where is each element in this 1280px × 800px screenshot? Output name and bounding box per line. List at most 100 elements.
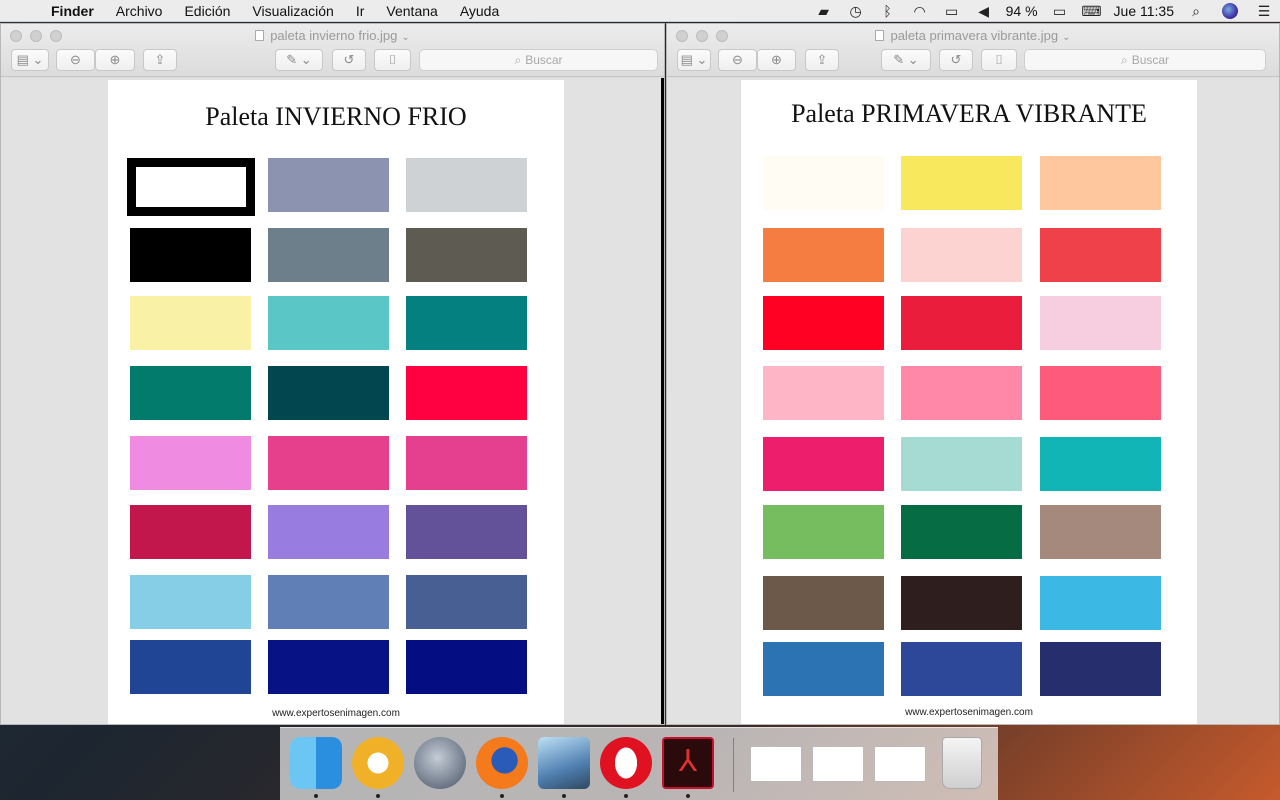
color-swatch: [901, 296, 1022, 350]
color-swatch: [1040, 228, 1161, 282]
chrome-icon[interactable]: [352, 737, 404, 789]
color-swatch: [406, 575, 527, 629]
color-swatch: [901, 642, 1022, 696]
color-swatch: [1040, 576, 1161, 630]
color-swatch: [130, 505, 251, 559]
color-swatch: [1040, 156, 1161, 210]
acrobat-icon[interactable]: ⅄: [662, 737, 714, 789]
toolbar: ▤ ⌄ ⊖ ⊕ ⇪ ✎ ⌄ ↺ ⌷ ⌕ Buscar: [677, 49, 1271, 73]
color-swatch: [268, 640, 389, 694]
share-button[interactable]: ⇪: [143, 49, 177, 71]
document-icon: [255, 30, 265, 41]
menu-ventana[interactable]: Ventana: [375, 0, 448, 22]
minimized-window-thumbnail[interactable]: [812, 746, 864, 782]
color-swatch: [406, 158, 527, 212]
toolbox-button[interactable]: ⌷: [981, 49, 1017, 71]
color-swatch: [127, 158, 255, 216]
color-swatch: [901, 156, 1022, 210]
sidebar-toggle-button[interactable]: ▤ ⌄: [677, 49, 711, 71]
time-machine-icon[interactable]: ◷: [840, 3, 872, 20]
search-field[interactable]: ⌕ Buscar: [1024, 49, 1266, 71]
preview-app-icon[interactable]: [538, 737, 590, 789]
search-icon: ⌕: [1120, 52, 1128, 67]
color-swatch: [406, 436, 527, 490]
drive-icon[interactable]: ▰: [808, 3, 840, 20]
wifi-icon[interactable]: ◠: [904, 3, 936, 20]
finder-icon[interactable]: [290, 737, 342, 789]
color-swatch: [406, 505, 527, 559]
color-swatch: [763, 437, 884, 491]
document-canvas[interactable]: Paleta PRIMAVERA VIBRANTE www.expertosen…: [667, 78, 1279, 724]
color-swatch: [1040, 296, 1161, 350]
search-icon: ⌕: [514, 52, 522, 67]
color-swatch: [901, 505, 1022, 559]
zoom-out-button[interactable]: ⊖: [56, 49, 95, 71]
rotate-button[interactable]: ↺: [939, 49, 973, 71]
menu-finder[interactable]: Finder: [40, 0, 105, 22]
sidebar-toggle-button[interactable]: ▤ ⌄: [11, 49, 49, 71]
running-indicator: [500, 794, 504, 798]
scrollbar[interactable]: [661, 78, 664, 724]
image-page: Paleta PRIMAVERA VIBRANTE www.expertosen…: [741, 80, 1197, 724]
color-swatch: [901, 437, 1022, 491]
page-title: Paleta PRIMAVERA VIBRANTE: [791, 99, 1147, 128]
share-button[interactable]: ⇪: [805, 49, 839, 71]
color-swatch: [1040, 642, 1161, 696]
document-canvas[interactable]: Paleta INVIERNO FRIO www.expertosenimage…: [1, 78, 664, 724]
window-title[interactable]: paleta invierno frio.jpg ⌄: [1, 28, 664, 43]
color-swatch: [763, 228, 884, 282]
markup-button[interactable]: ✎ ⌄: [275, 49, 323, 71]
preview-window-primavera: paleta primavera vibrante.jpg ⌄ ▤ ⌄ ⊖ ⊕ ⇪…: [666, 23, 1280, 725]
airplay-icon[interactable]: ▭: [936, 3, 968, 20]
menu-edicion[interactable]: Edición: [173, 0, 241, 22]
color-swatch: [901, 576, 1022, 630]
title-bar: paleta primavera vibrante.jpg ⌄ ▤ ⌄ ⊖ ⊕ ⇪…: [667, 24, 1279, 77]
running-indicator: [314, 794, 318, 798]
image-page: Paleta INVIERNO FRIO www.expertosenimage…: [108, 80, 564, 724]
window-title[interactable]: paleta primavera vibrante.jpg ⌄: [667, 28, 1279, 43]
color-swatch: [268, 366, 389, 420]
toolbox-button[interactable]: ⌷: [374, 49, 411, 71]
battery-percent[interactable]: 94 %: [1000, 3, 1044, 19]
menu-visualizacion[interactable]: Visualización: [241, 0, 344, 22]
menu-archivo[interactable]: Archivo: [105, 0, 174, 22]
firefox-icon[interactable]: [476, 737, 528, 789]
spotlight-search-icon[interactable]: ⌕: [1180, 3, 1212, 20]
color-swatch: [763, 642, 884, 696]
volume-icon[interactable]: ◀: [968, 3, 1000, 20]
zoom-out-button[interactable]: ⊖: [718, 49, 757, 71]
markup-button[interactable]: ✎ ⌄: [881, 49, 931, 71]
color-swatch: [1040, 437, 1161, 491]
search-field[interactable]: ⌕ Buscar: [419, 49, 658, 71]
menu-ayuda[interactable]: Ayuda: [449, 0, 510, 22]
menu-ir[interactable]: Ir: [345, 0, 376, 22]
keyboard-input-icon[interactable]: ⌨: [1076, 3, 1108, 20]
minimized-window-thumbnail[interactable]: [874, 746, 926, 782]
battery-icon[interactable]: ▭: [1044, 3, 1076, 20]
document-icon: [875, 30, 885, 41]
color-swatch: [763, 296, 884, 350]
notification-center-icon[interactable]: ☰: [1248, 3, 1280, 20]
zoom-in-button[interactable]: ⊕: [95, 49, 135, 71]
dock-separator: [733, 738, 734, 792]
clock[interactable]: Jue 11:35: [1108, 3, 1180, 19]
page-footer: www.expertosenimagen.com: [272, 708, 400, 719]
dock: ⅄: [280, 727, 998, 800]
color-swatch: [901, 228, 1022, 282]
zoom-in-button[interactable]: ⊕: [757, 49, 796, 71]
trash-icon[interactable]: [942, 737, 982, 789]
minimized-window-thumbnail[interactable]: [750, 746, 802, 782]
window-title-text: paleta invierno frio.jpg: [270, 28, 398, 43]
page-footer: www.expertosenimagen.com: [905, 707, 1033, 718]
search-placeholder: Buscar: [1131, 53, 1170, 67]
opera-icon[interactable]: [600, 737, 652, 789]
running-indicator: [376, 794, 380, 798]
launchpad-icon[interactable]: [414, 737, 466, 789]
bluetooth-icon[interactable]: ᛒ: [872, 3, 904, 19]
siri-icon[interactable]: [1222, 3, 1238, 19]
color-swatch: [763, 576, 884, 630]
color-swatch: [901, 366, 1022, 420]
rotate-button[interactable]: ↺: [332, 49, 366, 71]
color-swatch: [130, 436, 251, 490]
color-swatch: [406, 228, 527, 282]
